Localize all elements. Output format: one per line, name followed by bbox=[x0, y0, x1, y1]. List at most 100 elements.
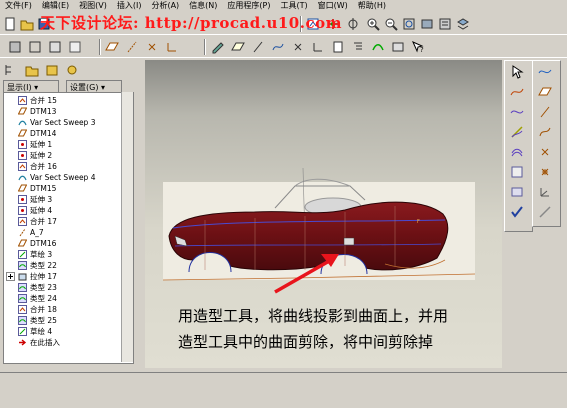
datum-plane-icon bbox=[17, 129, 28, 138]
layers-icon[interactable] bbox=[455, 16, 471, 32]
favorites-tab-icon[interactable] bbox=[44, 62, 60, 78]
status-bar bbox=[0, 372, 567, 408]
offset-point-icon[interactable] bbox=[538, 165, 554, 181]
zoom-in-icon[interactable] bbox=[365, 16, 381, 32]
open-file-icon[interactable] bbox=[19, 16, 35, 32]
surface-trim-icon[interactable] bbox=[510, 145, 526, 161]
annotation-line-1: 用造型工具，将曲线投影到曲面上，并用 bbox=[178, 307, 449, 325]
tree-item-label: DTM14 bbox=[30, 129, 57, 138]
point-icon[interactable] bbox=[538, 145, 554, 161]
coordinate-system-icon[interactable] bbox=[538, 185, 554, 201]
extend-icon bbox=[18, 206, 27, 215]
style-icon bbox=[18, 294, 27, 303]
context-help-icon[interactable]: ? bbox=[410, 39, 426, 55]
menu-help[interactable]: 帮助(H) bbox=[353, 0, 391, 12]
surface-connect-icon[interactable] bbox=[510, 165, 526, 181]
surface-icon[interactable] bbox=[510, 185, 526, 201]
tree-item-label: 合并 17 bbox=[30, 217, 57, 226]
new-file-icon[interactable] bbox=[2, 16, 18, 32]
datum-axis-toggle-icon[interactable] bbox=[124, 39, 140, 55]
menu-applications[interactable]: 应用程序(P) bbox=[222, 0, 275, 12]
tree-item-label: 类型 23 bbox=[30, 283, 57, 292]
tree-item-label: 合并 18 bbox=[30, 305, 57, 314]
view-manager-icon[interactable] bbox=[419, 16, 435, 32]
tree-item-label: DTM15 bbox=[30, 184, 57, 193]
refit-icon[interactable] bbox=[401, 16, 417, 32]
tree-item-label: 合并 16 bbox=[30, 162, 57, 171]
annotation-line-2: 造型工具中的曲面剪除，将中间剪除掉 bbox=[178, 333, 434, 351]
feature-toolbar bbox=[504, 60, 533, 232]
datum-axis-tool-icon[interactable] bbox=[250, 39, 266, 55]
sketch-icon bbox=[18, 327, 27, 336]
menu-info[interactable]: 信息(N) bbox=[184, 0, 222, 12]
sweep-icon bbox=[18, 173, 27, 182]
door-handle bbox=[343, 237, 355, 246]
style-icon bbox=[18, 283, 27, 292]
saved-views-icon[interactable] bbox=[437, 16, 453, 32]
tree-item-label: 延伸 1 bbox=[30, 140, 53, 149]
model-tree-scrollbar[interactable] bbox=[121, 92, 133, 362]
edit-curve-icon[interactable] bbox=[510, 125, 526, 141]
style-icon bbox=[18, 261, 27, 270]
extend-icon bbox=[18, 140, 27, 149]
connections-tab-icon[interactable] bbox=[64, 62, 80, 78]
annotation-text: 用造型工具，将曲线投影到曲面上，并用 造型工具中的曲面剪除，将中间剪除掉 bbox=[178, 303, 498, 355]
datum-plane-toggle-icon[interactable] bbox=[104, 39, 120, 55]
axis-icon[interactable] bbox=[538, 105, 554, 121]
merge-icon bbox=[18, 96, 27, 105]
done-check-icon[interactable] bbox=[510, 205, 526, 221]
select-arrow-icon[interactable] bbox=[510, 65, 526, 81]
tree-item-label: A_7 bbox=[30, 228, 44, 237]
tree-item-label: 在此插入 bbox=[30, 338, 60, 347]
model-tree-tool-icon[interactable] bbox=[350, 39, 366, 55]
shading-icon[interactable] bbox=[7, 39, 23, 55]
menu-tools[interactable]: 工具(T) bbox=[276, 0, 313, 12]
folder-browser-tab-icon[interactable] bbox=[24, 62, 40, 78]
datum-plane-tool-icon[interactable] bbox=[230, 39, 246, 55]
hidden-line-icon[interactable] bbox=[47, 39, 63, 55]
tree-item-label: 类型 25 bbox=[30, 316, 57, 325]
tree-item-label: 类型 24 bbox=[30, 294, 57, 303]
no-hidden-icon[interactable] bbox=[67, 39, 83, 55]
plane-icon[interactable] bbox=[538, 85, 554, 101]
merge-icon bbox=[18, 217, 27, 226]
curve-tool-icon[interactable] bbox=[510, 85, 526, 101]
menu-analysis[interactable]: 分析(A) bbox=[146, 0, 184, 12]
curve-icon[interactable] bbox=[538, 125, 554, 141]
extend-icon bbox=[18, 151, 27, 160]
datum-curve-tool-icon[interactable] bbox=[270, 39, 286, 55]
extend-icon bbox=[18, 195, 27, 204]
tree-item-label: 延伸 2 bbox=[30, 151, 53, 160]
zoom-out-icon[interactable] bbox=[383, 16, 399, 32]
datum-plane-icon bbox=[17, 239, 28, 248]
tree-item-label: DTM13 bbox=[30, 107, 57, 116]
menu-file[interactable]: 文件(F) bbox=[0, 0, 37, 12]
csys-tool-icon[interactable] bbox=[310, 39, 326, 55]
tree-item-label: 延伸 3 bbox=[30, 195, 53, 204]
curve-wave-icon[interactable] bbox=[538, 65, 554, 81]
tree-item-label: Var Sect Sweep 4 bbox=[30, 173, 96, 182]
coord-sys-toggle-icon[interactable] bbox=[164, 39, 180, 55]
merge-icon bbox=[18, 305, 27, 314]
menu-view[interactable]: 视图(V) bbox=[74, 0, 112, 12]
wireframe-icon[interactable] bbox=[27, 39, 43, 55]
tree-item-label: 合并 15 bbox=[30, 96, 57, 105]
sweep-icon bbox=[18, 118, 27, 127]
analysis-tool-icon[interactable] bbox=[330, 39, 346, 55]
menu-edit[interactable]: 编辑(E) bbox=[37, 0, 74, 12]
surface-from-boundaries-icon[interactable] bbox=[510, 105, 526, 121]
menu-insert[interactable]: 插入(I) bbox=[112, 0, 147, 12]
analysis-feature-icon[interactable] bbox=[538, 205, 554, 221]
publish-icon[interactable] bbox=[390, 39, 406, 55]
svg-text:?: ? bbox=[420, 46, 424, 54]
sketch-tool-icon[interactable] bbox=[210, 39, 226, 55]
datum-point-toggle-icon[interactable] bbox=[144, 39, 160, 55]
datum-point-tool-icon[interactable] bbox=[290, 39, 306, 55]
menu-window[interactable]: 窗口(W) bbox=[313, 0, 353, 12]
orient-icon[interactable] bbox=[345, 16, 361, 32]
model-tree-tab-icon[interactable] bbox=[3, 62, 19, 78]
expand-plus-icon[interactable] bbox=[6, 272, 15, 281]
style-tool-icon[interactable] bbox=[370, 39, 386, 55]
datum-plane-icon bbox=[17, 107, 28, 116]
tree-item-label: 草绘 3 bbox=[30, 250, 53, 259]
